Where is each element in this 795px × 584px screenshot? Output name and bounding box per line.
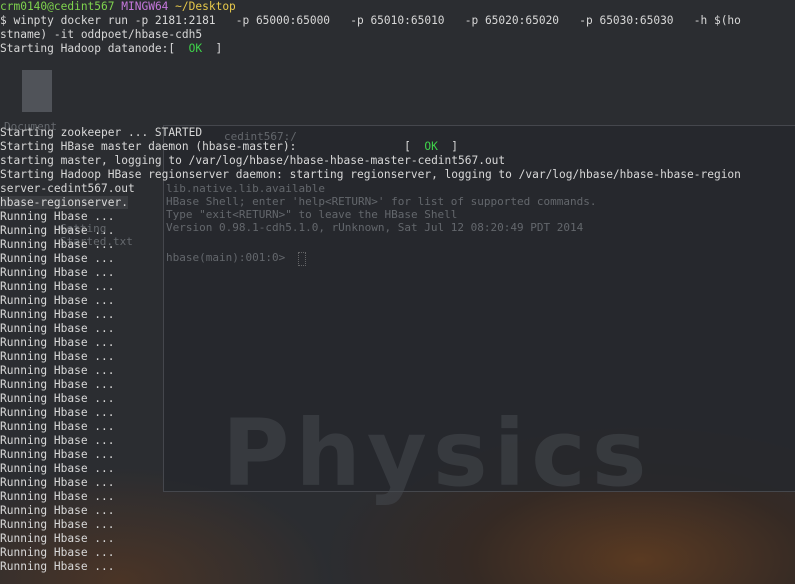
command-line-wrap: stname) -it oddpoet/hbase-cdh5: [0, 28, 203, 41]
command-line: $ winpty docker run -p 2181:2181 -p 6500…: [0, 14, 741, 27]
running-lines: Running Hbase ... Running Hbase ... Runn…: [0, 210, 795, 574]
running-line: Running Hbase ...: [0, 392, 115, 405]
running-line: Running Hbase ...: [0, 210, 115, 223]
running-line: Running Hbase ...: [0, 322, 115, 335]
running-line: Running Hbase ...: [0, 336, 115, 349]
running-line: Running Hbase ...: [0, 462, 115, 475]
terminal-blank-area: [0, 56, 795, 126]
prompt-user-host: crm0140@cedint567: [0, 0, 115, 13]
master-status-line: Starting HBase master daemon (hbase-mast…: [0, 140, 795, 154]
master-logging-line: starting master, logging to /var/log/hba…: [0, 154, 506, 167]
running-line: Running Hbase ...: [0, 434, 115, 447]
running-line: Running Hbase ...: [0, 518, 115, 531]
running-line: Running Hbase ...: [0, 378, 115, 391]
running-line: Running Hbase ...: [0, 448, 115, 461]
running-line: Running Hbase ...: [0, 252, 115, 265]
datanode-label: Starting Hadoop datanode:[: [0, 42, 189, 55]
running-line: Running Hbase ...: [0, 504, 115, 517]
ok-badge: OK: [424, 140, 438, 153]
running-line: Running Hbase ...: [0, 238, 115, 251]
running-line: Running Hbase ...: [0, 406, 115, 419]
regionserver-name: hbase-regionserver.: [0, 196, 128, 209]
running-line: Running Hbase ...: [0, 560, 115, 573]
running-line: Running Hbase ...: [0, 308, 115, 321]
running-line: Running Hbase ...: [0, 280, 115, 293]
shell-prompt: crm0140@cedint567 MINGW64 ~/Desktop: [0, 0, 795, 14]
running-line: Running Hbase ...: [0, 476, 115, 489]
running-line: Running Hbase ...: [0, 532, 115, 545]
prompt-path: ~/Desktop: [175, 0, 236, 13]
regionserver-line-wrap: server-cedint567.out: [0, 182, 135, 195]
running-line: Running Hbase ...: [0, 224, 115, 237]
running-line: Running Hbase ...: [0, 350, 115, 363]
running-line: Running Hbase ...: [0, 266, 115, 279]
datanode-status-line: Starting Hadoop datanode:[ OK ]: [0, 42, 795, 56]
regionserver-line: Starting Hadoop HBase regionserver daemo…: [0, 168, 741, 181]
running-line: Running Hbase ...: [0, 546, 115, 559]
datanode-bracket: ]: [202, 42, 223, 55]
running-line: Running Hbase ...: [0, 490, 115, 503]
zookeeper-status-line: Starting zookeeper ... STARTED: [0, 126, 203, 139]
running-line: Running Hbase ...: [0, 420, 115, 433]
running-line: Running Hbase ...: [0, 364, 115, 377]
running-line: Running Hbase ...: [0, 294, 115, 307]
prompt-env: MINGW64: [121, 0, 169, 13]
master-label: Starting HBase master daemon (hbase-mast…: [0, 140, 425, 153]
ok-badge: OK: [188, 42, 203, 55]
terminal-output[interactable]: crm0140@cedint567 MINGW64 ~/Desktop $ wi…: [0, 0, 795, 584]
master-bracket: ]: [437, 140, 459, 153]
regionserver-line-end: hbase-regionserver.: [0, 196, 795, 210]
